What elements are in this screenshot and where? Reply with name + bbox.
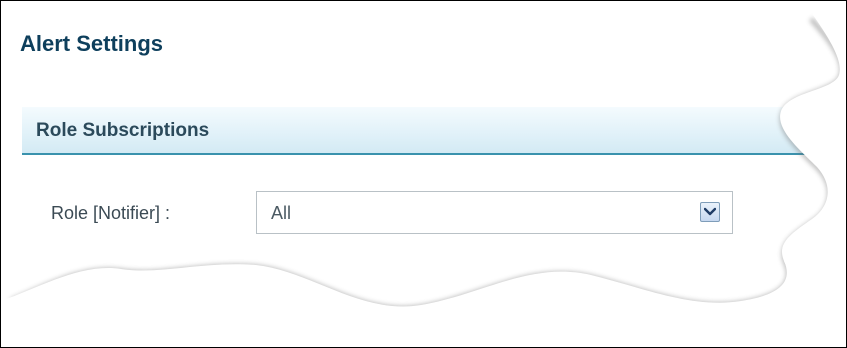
- role-notifier-select[interactable]: All: [256, 191, 733, 234]
- chevron-down-icon[interactable]: [700, 202, 720, 222]
- role-notifier-selected-value: All: [271, 203, 292, 223]
- role-notifier-label: Role [Notifier] :: [51, 203, 171, 223]
- section-header: Role Subscriptions: [22, 107, 812, 155]
- section-title: Role Subscriptions: [36, 120, 210, 141]
- screenshot-frame: Alert Settings Role Subscriptions Role […: [0, 0, 847, 348]
- page-title: Alert Settings: [20, 31, 164, 56]
